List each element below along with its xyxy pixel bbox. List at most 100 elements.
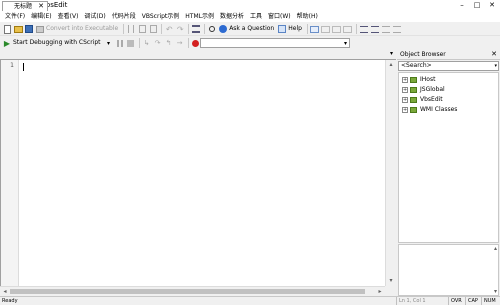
tree-item-wmi-classes[interactable]: + WMI Classes bbox=[402, 105, 457, 114]
class-icon bbox=[410, 86, 417, 93]
menu-html-samples[interactable]: HTML示例 bbox=[182, 11, 217, 22]
menu-window[interactable]: 窗口(W) bbox=[265, 11, 294, 22]
window-icon[interactable] bbox=[343, 24, 353, 34]
help-button[interactable]: Help bbox=[288, 24, 302, 34]
class-icon bbox=[410, 96, 417, 103]
window-icon[interactable] bbox=[310, 24, 320, 34]
object-browser-header: Object Browser ✕ bbox=[397, 49, 500, 60]
step-out-icon[interactable]: ↰ bbox=[164, 38, 174, 48]
run-to-cursor-icon[interactable]: → bbox=[175, 38, 185, 48]
maximize-button[interactable]: □ bbox=[470, 0, 484, 11]
scroll-up-arrow[interactable]: ▴ bbox=[494, 245, 497, 252]
object-browser-title: Object Browser bbox=[400, 51, 446, 58]
redo-icon[interactable]: ↷ bbox=[175, 24, 185, 34]
expand-icon[interactable]: + bbox=[402, 106, 408, 113]
toolbar-separator bbox=[355, 24, 357, 34]
toolbar-separator bbox=[138, 38, 140, 48]
menu-snippets[interactable]: 代码片段 bbox=[109, 11, 139, 22]
text-caret bbox=[23, 63, 24, 71]
stop-icon[interactable] bbox=[126, 38, 136, 48]
tab-untitled[interactable]: 无标题 ✕ bbox=[2, 1, 48, 11]
toolbar-separator bbox=[204, 24, 206, 34]
question-icon[interactable] bbox=[218, 24, 228, 34]
copy-icon[interactable] bbox=[137, 24, 147, 34]
tree-item-label: IHost bbox=[420, 76, 436, 83]
cut-icon[interactable] bbox=[126, 24, 136, 34]
chevron-down-icon[interactable]: ▾ bbox=[494, 62, 497, 70]
class-icon bbox=[410, 76, 417, 83]
list-icon[interactable] bbox=[191, 24, 201, 34]
menu-file[interactable]: 文件(F) bbox=[2, 11, 28, 22]
chevron-down-icon: ▾ bbox=[343, 40, 347, 47]
toolbar-separator bbox=[306, 24, 308, 34]
toolbar-separator bbox=[161, 24, 163, 34]
outdent-icon[interactable] bbox=[370, 24, 380, 34]
search-value: <Search> bbox=[401, 62, 432, 69]
menu-view[interactable]: 查看(V) bbox=[55, 11, 82, 22]
tree-item-label: WMI Classes bbox=[420, 106, 458, 113]
object-description-pane: ▴ ▾ bbox=[398, 244, 499, 296]
pause-icon[interactable] bbox=[115, 38, 125, 48]
step-into-icon[interactable]: ↳ bbox=[142, 38, 152, 48]
paste-icon[interactable] bbox=[148, 24, 158, 34]
expand-icon[interactable]: + bbox=[402, 86, 408, 93]
start-debugging-button[interactable]: Start Debugging with CScript bbox=[13, 38, 101, 48]
minimize-button[interactable]: – bbox=[455, 0, 469, 11]
class-icon bbox=[410, 106, 417, 113]
object-browser-search[interactable]: <Search> ▾ bbox=[398, 61, 499, 71]
tree-item-label: VbsEdit bbox=[420, 96, 443, 103]
chevron-down-icon[interactable]: ▾ bbox=[104, 38, 114, 48]
uncomment-icon[interactable] bbox=[392, 24, 402, 34]
line-number-gutter: 1 bbox=[1, 60, 19, 286]
expand-icon[interactable]: + bbox=[402, 76, 408, 83]
menu-data-analysis[interactable]: 数据分析 bbox=[217, 11, 247, 22]
scroll-down-arrow[interactable]: ▾ bbox=[494, 288, 497, 295]
title-bar: 无标题 - VbsEdit – □ ✕ bbox=[0, 0, 500, 11]
close-icon[interactable]: ✕ bbox=[491, 49, 497, 59]
window-icon[interactable] bbox=[332, 24, 342, 34]
menu-debug[interactable]: 调试(D) bbox=[81, 11, 108, 22]
new-file-icon[interactable] bbox=[2, 24, 12, 34]
step-over-icon[interactable]: ↷ bbox=[153, 38, 163, 48]
save-icon[interactable] bbox=[24, 24, 34, 34]
code-editor[interactable] bbox=[0, 60, 396, 286]
document-tab-strip: ▾ bbox=[0, 49, 396, 60]
horizontal-scroll-thumb[interactable] bbox=[10, 289, 365, 294]
open-folder-icon[interactable] bbox=[13, 24, 23, 34]
tree-item-ihost[interactable]: + IHost bbox=[402, 75, 435, 84]
tree-item-label: JSGlobal bbox=[420, 86, 445, 93]
status-bar: Ready Ln 1, Col 1 OVR CAP NUM bbox=[0, 296, 500, 305]
scroll-down-arrow[interactable]: ▾ bbox=[386, 276, 396, 286]
menu-help[interactable]: 帮助(H) bbox=[294, 11, 321, 22]
play-icon[interactable]: ▶ bbox=[2, 38, 12, 48]
expand-icon[interactable]: + bbox=[402, 96, 408, 103]
tab-label: 无标题 bbox=[14, 3, 33, 10]
toolbar-separator bbox=[187, 38, 189, 48]
help-icon[interactable] bbox=[277, 24, 287, 34]
tree-item-jsglobal[interactable]: + JSGlobal bbox=[402, 85, 445, 94]
scroll-up-arrow[interactable]: ▴ bbox=[386, 60, 396, 70]
menu-edit[interactable]: 编辑(E) bbox=[28, 11, 54, 22]
tree-item-vbsedit[interactable]: + VbsEdit bbox=[402, 95, 443, 104]
toolbar-separator bbox=[188, 24, 190, 34]
close-tab-icon[interactable]: ✕ bbox=[38, 2, 44, 11]
convert-exe-icon[interactable] bbox=[35, 24, 45, 34]
convert-into-executable-button[interactable]: Convert into Executable bbox=[46, 24, 118, 34]
indent-icon[interactable] bbox=[359, 24, 369, 34]
tab-dropdown-icon[interactable]: ▾ bbox=[390, 49, 393, 59]
debug-combobox[interactable]: ▾ bbox=[200, 38, 350, 48]
debug-toolbar: ▶ Start Debugging with CScript ▾ ↳ ↷ ↰ →… bbox=[0, 37, 500, 49]
ask-a-question-button[interactable]: Ask a Question bbox=[229, 24, 274, 34]
object-browser-tree: + IHost + JSGlobal + VbsEdit + WMI Class… bbox=[398, 72, 499, 243]
menu-tools[interactable]: 工具 bbox=[247, 11, 265, 22]
editor-vertical-scrollbar[interactable]: ▴ ▾ bbox=[385, 60, 396, 286]
close-window-button[interactable]: ✕ bbox=[485, 0, 499, 11]
comment-icon[interactable] bbox=[381, 24, 391, 34]
window-icon[interactable] bbox=[321, 24, 331, 34]
menu-vbscript-samples[interactable]: VBScript示例 bbox=[139, 11, 183, 22]
undo-icon[interactable]: ↶ bbox=[164, 24, 174, 34]
main-toolbar: Convert into Executable ↶ ↷ Ask a Questi… bbox=[0, 23, 500, 36]
menu-bar: 文件(F) 编辑(E) 查看(V) 调试(D) 代码片段 VBScript示例 … bbox=[0, 11, 500, 22]
find-icon[interactable] bbox=[207, 24, 217, 34]
toolbar-separator bbox=[123, 24, 125, 34]
